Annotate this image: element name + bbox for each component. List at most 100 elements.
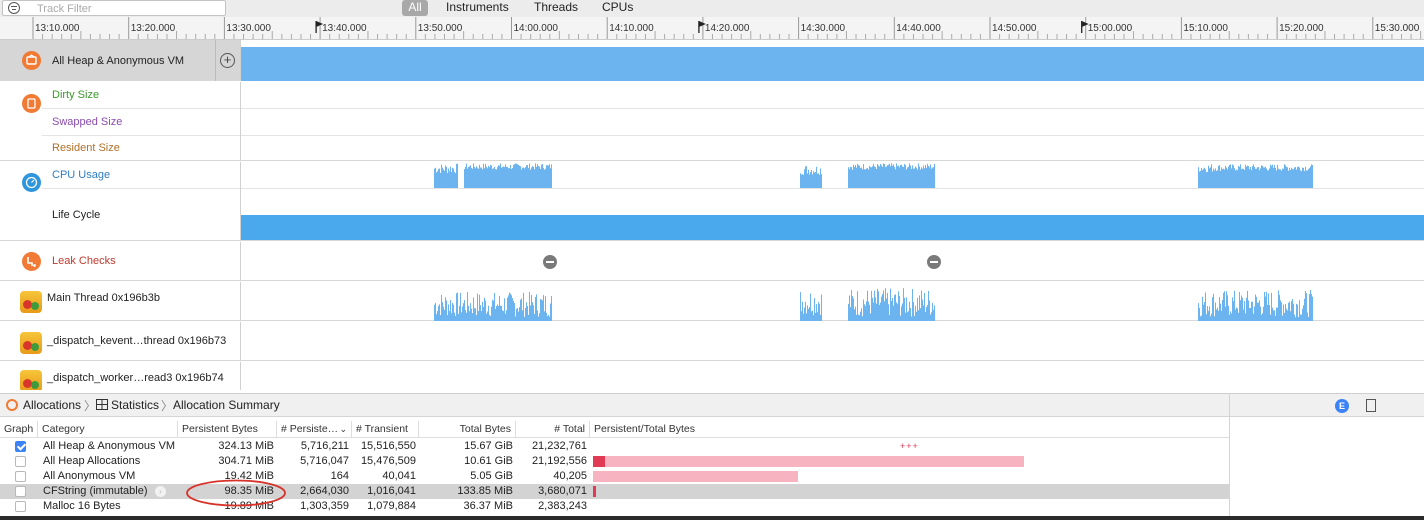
document-icon[interactable] [1366, 399, 1376, 412]
cpu-sample [801, 174, 802, 188]
thread-sample [497, 304, 498, 321]
leak-check-marker[interactable] [926, 254, 942, 270]
column-persistent-bytes[interactable]: Persistent Bytes [178, 421, 277, 438]
breadcrumb-allocations[interactable]: Allocations [23, 398, 81, 412]
thread-sample [891, 300, 892, 321]
filter-icon[interactable] [8, 2, 20, 14]
column-graph[interactable]: Graph [0, 421, 38, 438]
thread-sample [438, 305, 439, 321]
thread-sample [1274, 310, 1275, 321]
cpu-sample [920, 169, 921, 188]
cpu-sample [907, 167, 908, 188]
leak-check-marker[interactable] [542, 254, 558, 270]
cpu-sample [853, 164, 854, 188]
thread-sample [873, 302, 874, 321]
thread-sample [1248, 300, 1249, 321]
track-thread-worker[interactable]: _dispatch_worker…read3 0x196b74 [0, 362, 1424, 390]
timeline-ruler[interactable]: 13:10.000 13:20.000 13:30.000 13:40.000 13:5… [0, 17, 1424, 40]
thread-sample [807, 305, 808, 321]
cpu-sample [861, 167, 862, 188]
thread-sample [513, 300, 514, 321]
graph-checkbox[interactable] [15, 456, 26, 467]
thread-sample [1230, 311, 1231, 321]
life-cycle-bar [241, 215, 1424, 240]
cpu-sample [1262, 165, 1263, 188]
thread-sample [811, 311, 812, 321]
scope-tab-cpus[interactable]: CPUs [602, 0, 633, 16]
column-transient[interactable]: # Transient [352, 421, 419, 438]
graph-checkbox[interactable] [15, 486, 26, 497]
thread-sample [1287, 310, 1288, 321]
thread-sample [907, 312, 908, 321]
thread-sample [470, 303, 471, 321]
thread-sample [511, 295, 512, 321]
cpu-sample [499, 165, 500, 188]
cpu-sample [887, 165, 888, 188]
graph-checkbox[interactable] [15, 471, 26, 482]
cpu-sample [883, 163, 884, 188]
cpu-sample [1199, 171, 1200, 188]
track-all-heap[interactable]: All Heap & Anonymous VM + [0, 40, 1424, 81]
thread-sample [864, 304, 865, 321]
thread-sample [528, 314, 529, 321]
table-row[interactable]: All Heap Allocations 304.71 MiB 5,716,047 1… [0, 454, 1229, 469]
thread-sample [521, 298, 522, 321]
plus-circle-icon[interactable]: + [220, 53, 235, 68]
cpu-sample [447, 172, 448, 188]
cpu-sample [468, 167, 469, 188]
thread-sample [897, 304, 898, 321]
thread-sample [546, 312, 547, 321]
track-filter-input[interactable] [37, 2, 217, 15]
category-cell: All Heap Allocations [43, 455, 141, 467]
cpu-sample [498, 165, 499, 188]
cpu-sample [1215, 168, 1216, 188]
scope-tab-instruments[interactable]: Instruments [446, 0, 509, 16]
extended-detail-icon[interactable]: E [1335, 399, 1349, 413]
column-total-bytes[interactable]: Total Bytes [419, 421, 516, 438]
thread-sample [850, 307, 851, 321]
cpu-sample [929, 167, 930, 188]
thread-sample [1251, 301, 1252, 321]
column-ratio[interactable]: Persistent/Total Bytes [590, 421, 1229, 438]
cpu-sample [1274, 165, 1275, 188]
sub-track-divider [42, 188, 1424, 189]
track-filter-field[interactable] [2, 0, 226, 16]
track-cpu[interactable]: CPU Usage Life Cycle [0, 162, 1424, 241]
transient-cell: 1,016,041 [367, 485, 416, 497]
main-thread-graph [434, 288, 1313, 321]
track-thread-kevent[interactable]: _dispatch_kevent…thread 0x196b73 [0, 322, 1424, 361]
thread-sample [1234, 290, 1235, 321]
cpu-sample [500, 163, 501, 188]
track-leaks[interactable]: Leak Checks [0, 242, 1424, 281]
column-category[interactable]: Category [38, 421, 178, 438]
scope-tab-threads[interactable]: Threads [534, 0, 578, 16]
thread-sample [863, 299, 864, 321]
breadcrumb-statistics[interactable]: Statistics [111, 398, 159, 412]
thread-sample [928, 290, 929, 321]
cpu-sample [926, 167, 927, 188]
track-all-heap-header[interactable]: All Heap & Anonymous VM + [0, 40, 241, 81]
cpu-sample [877, 163, 878, 188]
graph-checkbox[interactable] [15, 501, 26, 512]
column-total[interactable]: # Total [516, 421, 590, 438]
track-vm-sizes[interactable]: Dirty Size Swapped Size Resident Size [0, 82, 1424, 161]
thread-sample [461, 312, 462, 321]
thread-sample [473, 297, 474, 321]
cpu-sample [550, 168, 551, 188]
cpu-sample [1284, 164, 1285, 188]
breadcrumb-allocation-summary[interactable]: Allocation Summary [173, 398, 280, 412]
thread-sample [930, 314, 931, 321]
track-thread-main[interactable]: Main Thread 0x196b3b [0, 282, 1424, 321]
thread-sample [1203, 304, 1204, 321]
cpu-sample [1242, 168, 1243, 188]
scope-tab-all[interactable]: All [402, 0, 428, 16]
thread-sample [504, 298, 505, 321]
cpu-sample [922, 168, 923, 188]
graph-checkbox[interactable] [15, 441, 26, 452]
thread-sample [867, 290, 868, 321]
table-row[interactable]: All Heap & Anonymous VM 324.13 MiB 5,716,2… [0, 439, 1229, 454]
cpu-sample [886, 166, 887, 188]
arrow-right-circle-icon[interactable]: › [155, 486, 166, 497]
thread-sample [1242, 297, 1243, 321]
column-persistent-count[interactable]: # Persiste… ⌄ [277, 421, 352, 438]
